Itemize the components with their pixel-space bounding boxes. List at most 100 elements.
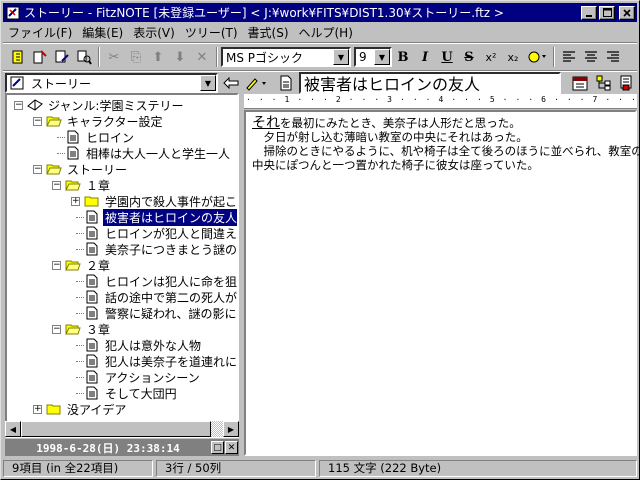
menu-file[interactable]: ファイル(F) (3, 24, 77, 41)
tree-item[interactable]: 没アイデア (46, 401, 128, 417)
italic-button[interactable]: I (414, 46, 436, 68)
tree-item-label: 学園内で殺人事件が起こる。 (105, 194, 238, 209)
tree-item[interactable]: ヒロイン (65, 129, 136, 145)
print-icon[interactable] (615, 72, 637, 94)
outline-tree[interactable]: − ジャンル:学園ミステリー − キャラクター設定 ヒロイン 相棒は大人一人と学生一人 ・… (5, 93, 239, 438)
calendar-icon[interactable] (569, 72, 591, 94)
align-center-icon[interactable] (580, 46, 602, 68)
folder-icon (84, 194, 100, 208)
menu-edit[interactable]: 編集(E) (77, 24, 128, 41)
minimize-icon[interactable] (581, 5, 597, 20)
tree-item[interactable]: ヒロインが犯人と間違えられ (84, 225, 237, 241)
underline-button[interactable]: U (436, 46, 458, 68)
scroll-thumb[interactable] (21, 421, 211, 437)
tree-item[interactable]: ストーリー (46, 161, 129, 177)
subscript-button[interactable]: x₂ (502, 46, 524, 68)
expander-icon[interactable]: − (33, 165, 42, 174)
menu-view[interactable]: 表示(V) (128, 24, 180, 41)
tree-connector (76, 233, 84, 234)
expander-icon[interactable]: + (71, 197, 80, 206)
scroll-left-icon[interactable]: ◀ (5, 421, 21, 437)
status-cursor-position: 3行 / 50列 (156, 459, 316, 477)
align-left-icon[interactable] (558, 46, 580, 68)
tree-connector (76, 345, 84, 346)
find-icon[interactable] (73, 46, 95, 68)
new-folder-icon[interactable] (29, 46, 51, 68)
chevron-down-icon[interactable]: ▼ (374, 49, 390, 65)
font-name-select[interactable]: MS Pゴシック ▼ (221, 47, 351, 67)
tree-horizontal-scrollbar[interactable]: ◀ ▶ (5, 421, 239, 437)
status-bar: 9項目 (in 全22項目) 3行 / 50列 115 文字 (222 Byte… (3, 458, 637, 478)
new-item-icon[interactable] (7, 46, 29, 68)
tree-connector (76, 377, 84, 378)
chevron-down-icon[interactable]: ▼ (200, 75, 216, 91)
edit-icon[interactable] (51, 46, 73, 68)
chevron-down-icon[interactable]: ▼ (333, 49, 349, 65)
editor-line: 掃除のときにやるように、机や椅子は全て後ろのほうに並べられ、教室の (252, 144, 640, 158)
move-up-icon[interactable]: ⬆ (147, 46, 169, 68)
tree-item[interactable]: キャラクター設定 (46, 113, 165, 129)
expander-icon[interactable]: + (33, 405, 42, 414)
tree-view-icon[interactable] (593, 72, 615, 94)
expander-icon[interactable]: − (52, 325, 61, 334)
back-arrow-icon[interactable] (220, 72, 242, 94)
highlight-icon[interactable] (524, 46, 550, 68)
title-bar[interactable]: ストーリー - FitzNOTE [未登録ユーザー] < J:¥work¥FIT… (3, 3, 637, 22)
tree-connector (76, 297, 84, 298)
tree-item[interactable]: 警察に疑われ、謎の影にも (84, 305, 237, 321)
align-right-icon[interactable] (602, 46, 624, 68)
ruler[interactable]: · · · 1 · · · 2 · · · 3 · · · 4 · · · 5 … (244, 94, 637, 109)
strikethrough-button[interactable]: S (458, 46, 480, 68)
folder-open-icon (65, 322, 81, 336)
tree-selector[interactable]: ストーリー ▼ (5, 73, 218, 93)
item-title-value: 被害者はヒロインの友人 (304, 75, 481, 94)
editor-line-lead: それ (252, 115, 280, 131)
expander-icon[interactable]: − (52, 261, 61, 270)
tree-item-label: 話の途中で第二の死人が (105, 290, 238, 305)
tree-item[interactable]: ヒロインは犯人に命を狙わ (84, 273, 237, 289)
tree-item[interactable]: ジャンル:学園ミステリー (27, 97, 185, 113)
tree-item[interactable]: 犯人は意外な人物 (84, 337, 203, 353)
tree-item[interactable]: アクションシーン (84, 369, 202, 385)
bold-button[interactable]: B (392, 46, 414, 68)
menu-format[interactable]: 書式(S) (243, 24, 294, 41)
restore-icon[interactable]: □ (211, 441, 224, 454)
tree-item[interactable]: 相棒は大人一人と学生一人 ・ (65, 145, 237, 161)
text-editor[interactable]: それを最初にみたとき、美奈子は人形だと思った。 夕日が射し込む薄暗い教室の中央に… (244, 110, 640, 456)
tree-item[interactable]: １章 (65, 177, 112, 193)
tree-item[interactable]: 話の途中で第二の死人が (84, 289, 238, 305)
tree-item[interactable]: そして大団円 (84, 385, 179, 401)
ruler-ticks: · · · 1 · · · 2 · · · 3 · · · 4 · · · 5 … (246, 95, 637, 104)
tree-item[interactable]: ３章 (65, 321, 112, 337)
copy-icon[interactable]: ⎘ (125, 46, 147, 68)
close-icon[interactable]: ✕ (225, 441, 238, 454)
folder-open-icon (65, 178, 81, 192)
document-icon (65, 130, 81, 144)
item-title-field[interactable]: 被害者はヒロインの友人 (299, 72, 561, 94)
expander-icon[interactable]: − (14, 101, 23, 110)
close-icon[interactable] (619, 5, 635, 20)
pen-dropdown-icon[interactable] (243, 72, 271, 94)
move-down-icon[interactable]: ⬇ (169, 46, 191, 68)
expander-icon[interactable]: − (33, 117, 42, 126)
tree-item[interactable]: 被害者はヒロインの友人 (84, 208, 237, 226)
tree-item-label: 没アイデア (67, 402, 127, 417)
maximize-icon[interactable] (599, 5, 615, 20)
tree-item[interactable]: 美奈子につきまとう謎の人 (84, 241, 237, 257)
cut-icon[interactable]: ✂ (103, 46, 125, 68)
app-icon[interactable] (5, 5, 21, 21)
menu-tree[interactable]: ツリー(T) (180, 24, 243, 41)
tree-item[interactable]: ２章 (65, 257, 112, 273)
selector-row: ストーリー ▼ 被害者はヒロインの友人 (3, 72, 637, 94)
superscript-button[interactable]: x² (480, 46, 502, 68)
tree-item[interactable]: 学園内で殺人事件が起こる。 (84, 193, 238, 209)
pane-splitter[interactable] (240, 93, 243, 456)
scroll-right-icon[interactable]: ▶ (223, 421, 239, 437)
menu-help[interactable]: ヘルプ(H) (294, 24, 358, 41)
delete-icon[interactable]: ✕ (191, 46, 213, 68)
scroll-track[interactable] (21, 421, 223, 437)
expander-icon[interactable]: − (52, 181, 61, 190)
tree-item[interactable]: 犯人は美奈子を道連れに (84, 353, 237, 369)
font-size-select[interactable]: 9 ▼ (354, 47, 392, 67)
editor-line: 中央にぽつんと一つ置かれた椅子に彼女は座っていた。 (252, 158, 539, 172)
